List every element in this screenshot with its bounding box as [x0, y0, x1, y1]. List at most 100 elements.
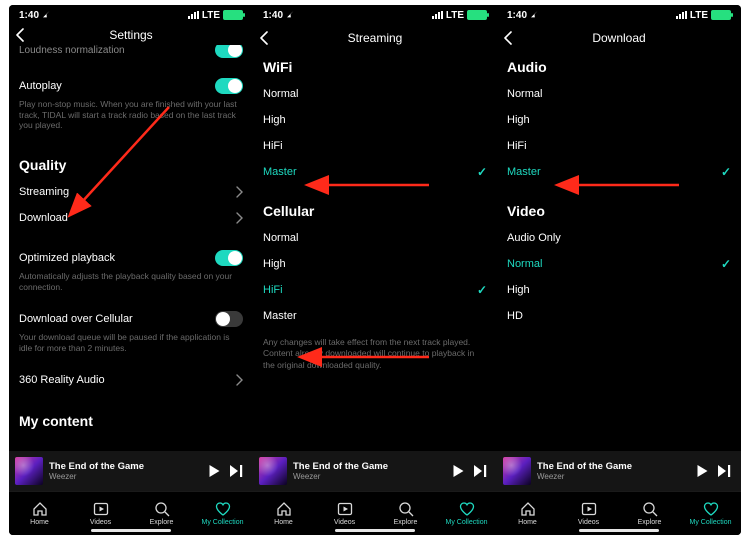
home-indicator	[91, 529, 171, 532]
now-playing-bar[interactable]: The End of the Game Weezer	[497, 451, 741, 491]
battery-icon	[467, 10, 487, 20]
option-label: Normal	[263, 88, 298, 100]
audio-option[interactable]: HiFi	[507, 133, 731, 159]
tab-label: Home	[518, 519, 537, 526]
play-icon[interactable]	[209, 465, 220, 477]
settings-body: Loudness normalization Autoplay Play non…	[9, 45, 253, 451]
setting-row-optimized[interactable]: Optimized playback	[19, 245, 243, 271]
videos-icon	[337, 501, 353, 517]
option-label: HD	[507, 310, 523, 322]
album-art	[15, 457, 43, 485]
tab-label: Videos	[578, 519, 599, 526]
location-icon	[43, 11, 51, 19]
nav-header: Download	[497, 25, 741, 51]
location-icon	[287, 11, 295, 19]
page-title: Settings	[9, 28, 253, 42]
settings-row-streaming[interactable]: Streaming	[19, 179, 243, 205]
option-label: HiFi	[263, 140, 283, 152]
chevron-right-icon	[235, 374, 243, 386]
tab-home[interactable]: Home	[9, 492, 70, 535]
now-playing-text: The End of the Game Weezer	[293, 461, 447, 481]
heart-icon	[459, 501, 475, 517]
home-icon	[276, 501, 292, 517]
audio-option[interactable]: High	[507, 107, 731, 133]
toggle-loudness[interactable]	[215, 45, 243, 58]
cellular-option[interactable]: High	[263, 251, 487, 277]
tab-mycollection[interactable]: My Collection	[192, 492, 253, 535]
status-time: 1:40	[19, 10, 39, 21]
tab-label: Explore	[638, 519, 662, 526]
option-label: HiFi	[507, 140, 527, 152]
setting-row-loudness[interactable]: Loudness normalization	[19, 45, 243, 63]
play-icon[interactable]	[697, 465, 708, 477]
tab-home[interactable]: Home	[497, 492, 558, 535]
wifi-option[interactable]: High	[263, 107, 487, 133]
quality-footnote: Any changes will take effect from the ne…	[263, 337, 487, 371]
settings-row-360[interactable]: 360 Reality Audio	[19, 367, 243, 393]
tab-mycollection[interactable]: My Collection	[436, 492, 497, 535]
wifi-option[interactable]: HiFi	[263, 133, 487, 159]
signal-icon	[432, 11, 443, 19]
cellular-option[interactable]: HiFi✓	[263, 277, 487, 303]
video-option[interactable]: Audio Only	[507, 225, 731, 251]
tab-label: My Collection	[689, 519, 731, 526]
chevron-right-icon	[235, 186, 243, 198]
home-icon	[520, 501, 536, 517]
setting-label: Download over Cellular	[19, 313, 133, 325]
back-icon[interactable]	[259, 31, 269, 45]
option-label: High	[263, 114, 286, 126]
option-label: High	[263, 258, 286, 270]
track-artist: Weezer	[293, 472, 447, 481]
tab-home[interactable]: Home	[253, 492, 314, 535]
video-option[interactable]: Normal✓	[507, 251, 731, 277]
toggle-autoplay[interactable]	[215, 78, 243, 94]
status-bar: 1:40 LTE	[9, 5, 253, 25]
toggle-dlcell[interactable]	[215, 311, 243, 327]
cellular-option[interactable]: Master	[263, 303, 487, 329]
now-playing-bar[interactable]: The End of the Game Weezer	[9, 451, 253, 491]
heart-icon	[215, 501, 231, 517]
network-label: LTE	[690, 10, 708, 21]
page-title: Download	[497, 31, 741, 45]
track-title: The End of the Game	[49, 461, 203, 472]
check-icon: ✓	[477, 165, 487, 179]
audio-option[interactable]: Master ✓	[507, 159, 731, 185]
setting-row-autoplay[interactable]: Autoplay	[19, 73, 243, 99]
back-icon[interactable]	[15, 28, 25, 42]
home-indicator	[579, 529, 659, 532]
track-title: The End of the Game	[293, 461, 447, 472]
audio-option[interactable]: Normal	[507, 81, 731, 107]
next-icon[interactable]	[718, 465, 731, 477]
now-playing-bar[interactable]: The End of the Game Weezer	[253, 451, 497, 491]
network-label: LTE	[202, 10, 220, 21]
tab-mycollection[interactable]: My Collection	[680, 492, 741, 535]
tab-label: Home	[274, 519, 293, 526]
video-option[interactable]: HD	[507, 303, 731, 329]
now-playing-text: The End of the Game Weezer	[49, 461, 203, 481]
option-label: Normal	[507, 258, 542, 270]
setting-row-dlcell[interactable]: Download over Cellular	[19, 306, 243, 332]
wifi-option[interactable]: Master✓	[263, 159, 487, 185]
option-label: Normal	[263, 232, 298, 244]
setting-desc: Play non-stop music. When you are finish…	[19, 99, 243, 131]
toggle-optimized[interactable]	[215, 250, 243, 266]
setting-desc: Your download queue will be paused if th…	[19, 332, 243, 353]
search-icon	[398, 501, 414, 517]
home-icon	[32, 501, 48, 517]
cellular-option[interactable]: Normal	[263, 225, 487, 251]
settings-row-download[interactable]: Download	[19, 205, 243, 231]
status-bar: 1:40 LTE	[497, 5, 741, 25]
tab-label: Explore	[150, 519, 174, 526]
video-option[interactable]: High	[507, 277, 731, 303]
check-icon: ✓	[721, 165, 731, 179]
option-label: HiFi	[263, 284, 283, 296]
download-body: Audio NormalHighHiFiMaster✓ Video Audio …	[497, 51, 741, 451]
option-label: High	[507, 114, 530, 126]
next-icon[interactable]	[474, 465, 487, 477]
option-label: Master	[507, 166, 541, 178]
next-icon[interactable]	[230, 465, 243, 477]
tab-label: My Collection	[201, 519, 243, 526]
wifi-option[interactable]: Normal	[263, 81, 487, 107]
back-icon[interactable]	[503, 31, 513, 45]
play-icon[interactable]	[453, 465, 464, 477]
